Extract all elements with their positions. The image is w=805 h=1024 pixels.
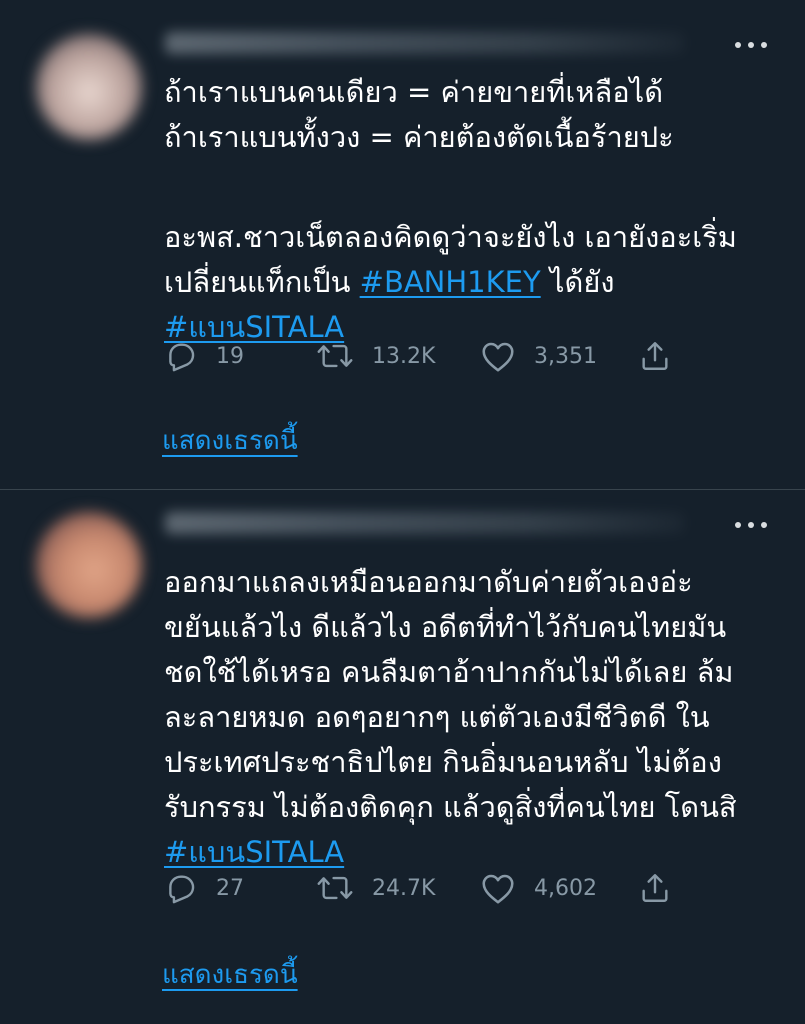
tweet-text-line: เปลี่ยนแท็กเป็น #BANH1KEY ได้ยัง: [164, 260, 789, 305]
author-name-blurred[interactable]: [165, 512, 685, 534]
reply-icon: [169, 343, 195, 372]
hashtag-link[interactable]: #BANH1KEY: [360, 265, 541, 299]
retweet-count: 13.2K: [372, 343, 436, 369]
hashtag-link[interactable]: #แบนSITALA: [164, 835, 344, 869]
like-count: 4,602: [534, 875, 597, 901]
reply-button[interactable]: 27: [164, 870, 244, 906]
tweet-actions: 27 24.7K 4,602: [164, 870, 684, 906]
tweet-text-line: ถ้าเราแบนทั้งวง = ค่ายต้องตัดเนื้อร้ายปะ: [164, 120, 674, 154]
tweet-text-line: ละลายหมด อดๆอยากๆ แต่ตัวเองมีชีวิตดี ใน: [164, 700, 710, 734]
avatar[interactable]: [36, 512, 142, 618]
more-icon[interactable]: [735, 520, 767, 530]
tweet-text: ถ้าเราแบนคนเดียว = ค่ายขายที่เหลือได้ ถ้…: [164, 70, 789, 350]
more-icon[interactable]: [735, 40, 767, 50]
share-button[interactable]: [638, 870, 672, 906]
retweet-button[interactable]: 24.7K: [316, 870, 435, 906]
author-name-blurred[interactable]: [165, 32, 685, 54]
tweet-text: ออกมาแถลงเหมือนออกมาดับค่ายตัวเองอ่ะ ขยั…: [164, 560, 789, 875]
tweet-actions: 19 13.2K 3,351: [164, 338, 684, 374]
tweet[interactable]: ถ้าเราแบนคนเดียว = ค่ายขายที่เหลือได้ ถ้…: [0, 0, 805, 489]
retweet-icon: [317, 876, 353, 900]
tweet-text-line: #แบนSITALA: [164, 830, 789, 875]
tweet-text-segment: เปลี่ยนแท็กเป็น: [164, 265, 360, 299]
tweet-text-line: อะพส.ชาวเน็ตลองคิดดูว่าจะยังไง เอายังอะเ…: [164, 220, 737, 254]
tweet-text-line: ถ้าเราแบนคนเดียว = ค่ายขายที่เหลือได้: [164, 75, 664, 109]
like-count: 3,351: [534, 343, 597, 369]
reply-count: 27: [216, 875, 244, 901]
reply-button[interactable]: 19: [164, 338, 244, 374]
tweet-text-line: ขยันแล้วไง ดีแล้วไง อดีตที่ทำไว้กับคนไทย…: [164, 610, 727, 644]
tweet-text-line: ออกมาแถลงเหมือนออกมาดับค่ายตัวเองอ่ะ: [164, 565, 693, 599]
like-button[interactable]: 4,602: [480, 870, 597, 906]
heart-icon: [482, 874, 514, 904]
reply-count: 19: [216, 343, 244, 369]
like-button[interactable]: 3,351: [480, 338, 597, 374]
share-icon: [642, 342, 668, 370]
share-icon: [642, 874, 668, 902]
tweet-text-line: รับกรรม ไม่ต้องติดคุก แล้วดูสิ่งที่คนไทย…: [164, 790, 737, 824]
tweet-text-line: ชดใช้ได้เหรอ คนลืมตาอ้าปากกันไม่ได้เลย ล…: [164, 655, 734, 689]
share-button[interactable]: [638, 338, 672, 374]
reply-icon: [169, 875, 195, 904]
show-thread-link[interactable]: แสดงเธรดนี้: [162, 954, 298, 995]
timeline: ถ้าเราแบนคนเดียว = ค่ายขายที่เหลือได้ ถ้…: [0, 0, 805, 1024]
show-thread-link[interactable]: แสดงเธรดนี้: [162, 420, 298, 461]
tweet-text-segment: ได้ยัง: [540, 265, 615, 299]
tweet-text-line: ประเทศประชาธิปไตย กินอิ่มนอนหลับ ไม่ต้อง: [164, 745, 722, 779]
retweet-count: 24.7K: [372, 875, 436, 901]
avatar[interactable]: [36, 34, 142, 140]
retweet-button[interactable]: 13.2K: [316, 338, 435, 374]
heart-icon: [482, 342, 514, 372]
retweet-icon: [317, 344, 353, 368]
